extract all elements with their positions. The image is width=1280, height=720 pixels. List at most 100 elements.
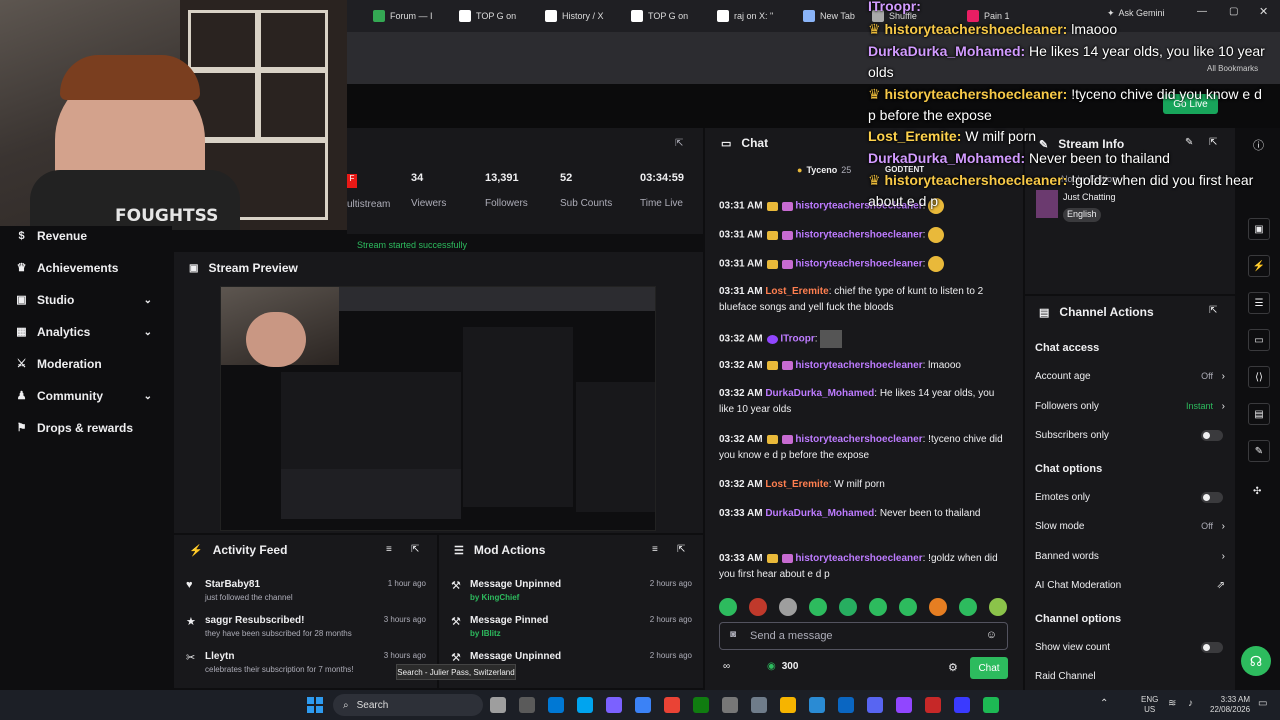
taskbar-app-icon[interactable] [983, 697, 999, 713]
chat-username[interactable]: historyteachershoecleaner [795, 553, 922, 564]
chat-bubble-icon: ◙ [730, 629, 737, 640]
popout-icon[interactable]: ⇱ [411, 544, 419, 555]
language-indicator[interactable]: ENG US [1141, 695, 1158, 715]
taskbar-app-icon[interactable] [577, 697, 593, 713]
volume-icon[interactable]: ♪ [1188, 698, 1193, 709]
taskbar-app-icon[interactable] [519, 697, 535, 713]
taskbar-app-icon[interactable] [780, 697, 796, 713]
clock[interactable]: 3:33 AM 22/08/2026 [1210, 695, 1250, 715]
overlay-username: DurkaDurka_Mohamed: [868, 150, 1026, 166]
raid-channel-row[interactable]: Raid Channel [1035, 667, 1225, 685]
chat-username[interactable]: DurkaDurka_Mohamed [765, 508, 874, 519]
chat-username[interactable]: DurkaDurka_Mohamed [765, 388, 874, 399]
chat-username[interactable]: Lost_Eremite [765, 479, 828, 490]
mod-action-item[interactable]: ⚒ Message Pinned by IBlitz 2 hours ago [439, 615, 703, 649]
sidebar-item-drops-rewards[interactable]: ⚑ Drops & rewards [16, 418, 162, 438]
tray-chevron-icon[interactable]: ⌃ [1100, 698, 1108, 709]
chat-username[interactable]: historyteachershoecleaner [795, 259, 922, 270]
taskbar-app-icon[interactable] [838, 697, 854, 713]
popout-icon[interactable]: ⇱ [677, 544, 685, 555]
emote-icon[interactable] [899, 598, 917, 616]
stat-value: 03:34:59 [640, 172, 685, 184]
taskbar-app-icon[interactable] [954, 697, 970, 713]
mod-action-title: Message Pinned [470, 615, 549, 626]
chat-username[interactable]: Lost_Eremite [765, 286, 828, 297]
subscribers-only-row[interactable]: Subscribers only [1035, 426, 1225, 444]
taskbar-app-icon[interactable] [896, 697, 912, 713]
taskbar-app-icon[interactable] [809, 697, 825, 713]
sidebar-item-achievements[interactable]: ♛ Achievements [16, 258, 162, 278]
emote-icon[interactable] [839, 598, 857, 616]
browser-tab[interactable]: History / X [545, 4, 625, 28]
popout-icon[interactable]: ⇱ [675, 138, 683, 149]
browser-tab[interactable]: TOP G on [459, 4, 539, 28]
ai-chat-moderation-row[interactable]: AI Chat Moderation ⇗ [1035, 576, 1225, 594]
emoji-icon[interactable]: ☺ [986, 629, 997, 641]
taskbar-app-icon[interactable] [722, 697, 738, 713]
account-age-row[interactable]: Account age Off › [1035, 367, 1225, 385]
taskbar-app-icon[interactable] [925, 697, 941, 713]
notification-icon[interactable]: ▭ [1258, 698, 1267, 709]
code-quick-icon[interactable]: ⟨⟩ [1248, 366, 1270, 388]
subscribers-only-toggle[interactable] [1201, 429, 1223, 441]
stream-preview-quick-icon[interactable]: ▣ [1248, 218, 1270, 240]
chat-username[interactable]: historyteachershoecleaner [795, 434, 922, 445]
taskbar-app-icon[interactable] [693, 697, 709, 713]
taskbar-app-icon[interactable] [606, 697, 622, 713]
activity-feed-item[interactable]: ♥ StarBaby81 just followed the channel 1 ho… [174, 579, 437, 613]
clipboard-quick-icon[interactable]: ▤ [1248, 403, 1270, 425]
emote-icon[interactable] [779, 598, 797, 616]
mod-action-item[interactable]: ⚒ Message Unpinned by KingChief 2 hours ago [439, 579, 703, 613]
emote-icon[interactable] [809, 598, 827, 616]
show-view-count-toggle[interactable] [1201, 641, 1223, 653]
emote-icon[interactable] [929, 598, 947, 616]
show-view-count-row[interactable]: Show view count [1035, 638, 1225, 656]
help-button[interactable]: ☊ [1241, 646, 1271, 676]
browser-tab[interactable]: raj on X: " [717, 4, 797, 28]
sidebar-item-revenue[interactable]: $ Revenue [16, 226, 162, 246]
lightning-quick-icon[interactable]: ⚡ [1248, 255, 1270, 277]
chat-quick-icon[interactable]: ▭ [1248, 329, 1270, 351]
emote-icon[interactable] [989, 598, 1007, 616]
taskbar-app-icon[interactable] [867, 697, 883, 713]
banned-words-row[interactable]: Banned words › [1035, 547, 1225, 565]
emotes-only-row[interactable]: Emotes only [1035, 488, 1225, 506]
wrench-quick-icon[interactable]: ✎ [1248, 440, 1270, 462]
taskbar-app-icon[interactable] [490, 697, 506, 713]
emotes-only-toggle[interactable] [1201, 491, 1223, 503]
taskbar-app-icon[interactable] [751, 697, 767, 713]
sidebar-item-community[interactable]: ♟ Community ⌄ [16, 386, 162, 406]
emote-icon[interactable] [749, 598, 767, 616]
puzzle-icon[interactable]: ✣ [1253, 486, 1261, 497]
sidebar-item-studio[interactable]: ▣ Studio ⌄ [16, 290, 162, 310]
windows-start-icon[interactable] [307, 697, 323, 713]
sidebar-item-moderation[interactable]: ⚔ Moderation [16, 354, 162, 374]
sidebar-item-analytics[interactable]: ▦ Analytics ⌄ [16, 322, 162, 342]
taskbar-app-icon[interactable] [548, 697, 564, 713]
taskbar-search[interactable]: ⌕ Search [333, 694, 483, 716]
infinity-icon[interactable]: ∞ [723, 661, 730, 672]
taskbar-app-icon[interactable] [635, 697, 651, 713]
chat-username[interactable]: historyteachershoecleaner [795, 360, 922, 371]
chat-send-button[interactable]: Chat [970, 657, 1008, 679]
slow-mode-row[interactable]: Slow mode Off › [1035, 517, 1225, 535]
emote-icon[interactable] [719, 598, 737, 616]
emote-icon[interactable] [869, 598, 887, 616]
chat-username[interactable]: ITroopr [780, 334, 814, 345]
taskbar-app-icon[interactable] [664, 697, 680, 713]
browser-tab[interactable]: Forum — I [373, 4, 453, 28]
wifi-icon[interactable]: ≋ [1168, 698, 1176, 709]
overlay-username: ITroopr: [868, 0, 921, 14]
activity-feed-item[interactable]: ★ saggr Resubscribed! they have been subsc… [174, 615, 437, 649]
browser-tab[interactable]: TOP G on [631, 4, 711, 28]
list-quick-icon[interactable]: ☰ [1248, 292, 1270, 314]
filter-icon[interactable]: ≡ [652, 544, 658, 555]
followers-only-row[interactable]: Followers only Instant › [1035, 397, 1225, 415]
chat-settings-icon[interactable]: ⚙ [948, 661, 958, 674]
emote-icon[interactable] [959, 598, 977, 616]
chat-username[interactable]: historyteachershoecleaner [795, 230, 922, 241]
channel-points[interactable]: ◉ 300 [767, 661, 798, 672]
chat-input[interactable]: ◙ Send a message ☺ [719, 622, 1008, 650]
popout-icon[interactable]: ⇱ [1209, 305, 1217, 316]
filter-icon[interactable]: ≡ [386, 544, 392, 555]
